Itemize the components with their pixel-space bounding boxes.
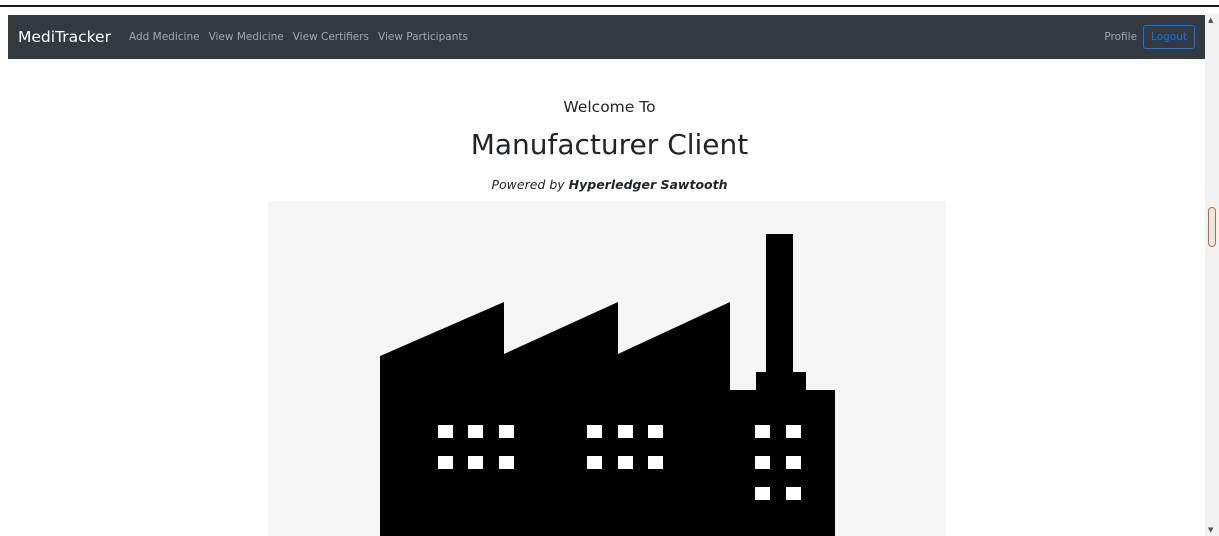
profile-link[interactable]: Profile	[1104, 31, 1137, 43]
window-top-border	[0, 5, 1219, 7]
nav-view-participants[interactable]: View Participants	[378, 31, 468, 43]
logout-button[interactable]: Logout	[1143, 25, 1195, 49]
welcome-heading: Welcome To	[563, 98, 656, 116]
powered-by-text: Powered by Hyperledger Sawtooth	[0, 177, 1219, 192]
powered-by-prefix: Powered by	[491, 177, 565, 192]
page-title: Manufacturer Client	[470, 128, 749, 161]
scroll-down-arrow-icon[interactable]: ▼	[1208, 526, 1213, 534]
factory-icon	[380, 234, 835, 536]
vertical-scrollbar[interactable]: ▲ ▼	[1205, 14, 1219, 536]
scrollbar-thumb[interactable]	[1208, 207, 1216, 247]
scroll-up-arrow-icon[interactable]: ▲	[1208, 16, 1213, 24]
nav-add-medicine[interactable]: Add Medicine	[129, 31, 200, 43]
navbar: MediTracker Add Medicine View Medicine V…	[8, 15, 1205, 59]
factory-image	[268, 201, 946, 536]
nav-view-medicine[interactable]: View Medicine	[209, 31, 284, 43]
brand-logo[interactable]: MediTracker	[18, 28, 111, 46]
nav-view-certifiers[interactable]: View Certifiers	[293, 31, 369, 43]
powered-by-name: Hyperledger Sawtooth	[568, 177, 728, 192]
